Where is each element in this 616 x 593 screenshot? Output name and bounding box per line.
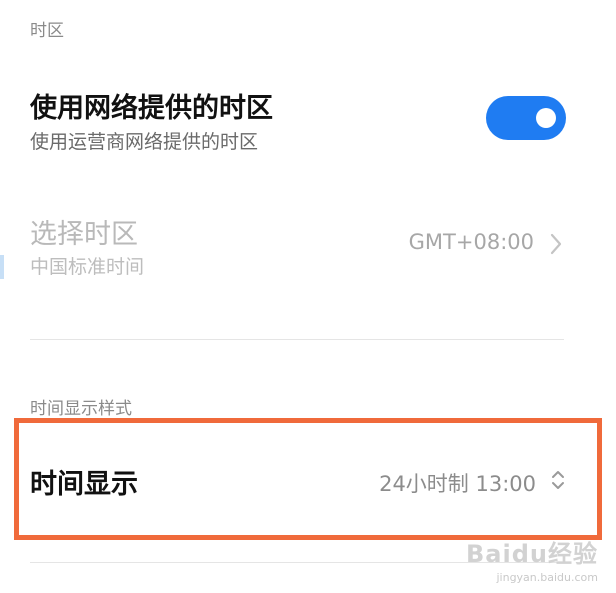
network-timezone-toggle[interactable] [486, 96, 566, 140]
network-timezone-title: 使用网络提供的时区 [30, 93, 273, 124]
watermark: Baidu经验 jingyan.baidu.com [466, 534, 598, 584]
time-format-section-label: 时间显示样式 [30, 399, 132, 419]
toggle-knob [536, 108, 556, 128]
select-timezone-title: 选择时区 [30, 219, 138, 250]
settings-page: 时区 使用网络提供的时区 使用运营商网络提供的时区 选择时区 中国标准时间 GM… [0, 0, 616, 593]
select-timezone-row[interactable]: 选择时区 中国标准时间 GMT+08:00 [0, 190, 616, 300]
select-timezone-subtitle: 中国标准时间 [30, 256, 145, 278]
network-timezone-subtitle: 使用运营商网络提供的时区 [30, 131, 259, 153]
chevron-right-icon [550, 233, 562, 255]
watermark-url: jingyan.baidu.com [496, 571, 598, 584]
highlight-box [14, 418, 602, 540]
network-timezone-row[interactable]: 使用网络提供的时区 使用运营商网络提供的时区 [0, 0, 616, 170]
section-divider [30, 339, 564, 340]
select-timezone-value: GMT+08:00 [408, 230, 534, 254]
baidu-logo: Baidu经验 [466, 540, 598, 568]
